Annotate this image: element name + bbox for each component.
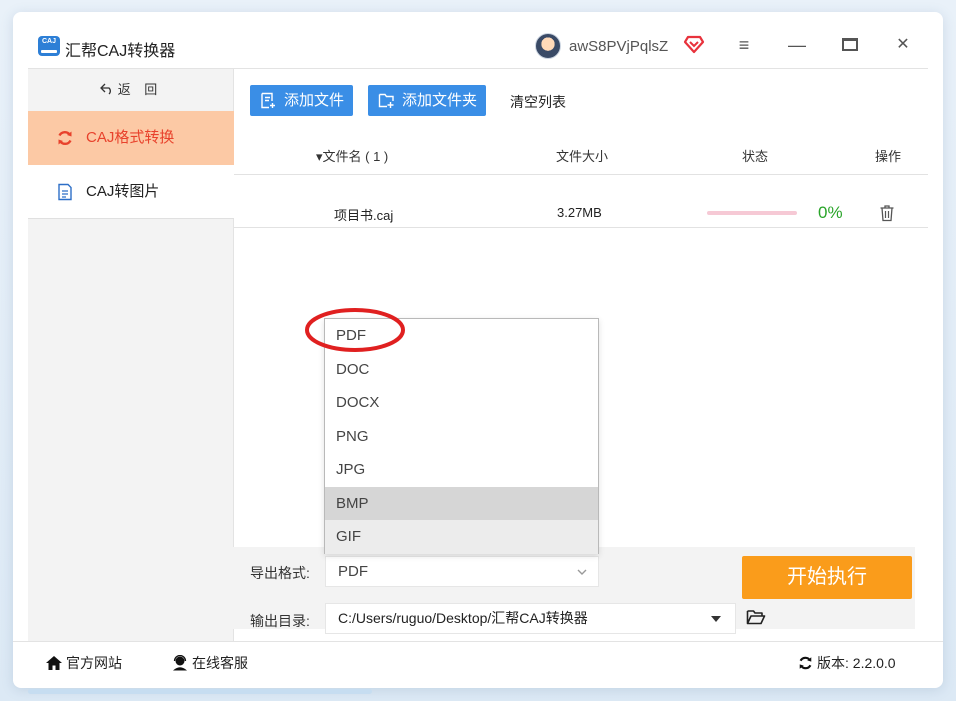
back-arrow-icon (99, 83, 111, 95)
open-folder-icon[interactable] (746, 608, 766, 626)
output-dir-value: C:/Users/ruguo/Desktop/汇帮CAJ转换器 (338, 610, 588, 626)
menu-icon[interactable]: ≡ (733, 34, 755, 56)
caret-down-icon (711, 616, 721, 622)
minimize-button[interactable]: — (786, 34, 808, 56)
vip-heart-icon[interactable] (683, 34, 705, 54)
column-header-operation: 操作 (875, 149, 902, 164)
start-button[interactable]: 开始执行 (742, 556, 912, 599)
sidebar-item-caj-to-image[interactable]: CAJ转图片 (28, 165, 234, 219)
file-size: 3.27MB (557, 205, 602, 220)
official-site-label: 官方网站 (66, 655, 122, 671)
version-info[interactable]: 版本: 2.2.0.0 (797, 653, 896, 673)
refresh-icon (799, 656, 812, 670)
file-name: 项目书.caj (334, 208, 394, 223)
chevron-down-icon (576, 558, 588, 597)
format-option-pdf[interactable]: PDF (325, 319, 598, 353)
sidebar-item-label: CAJ格式转换 (86, 129, 175, 146)
sidebar-item-caj-convert[interactable]: CAJ格式转换 (28, 111, 234, 165)
progress-bar (707, 211, 797, 215)
format-option-doc[interactable]: DOC (325, 353, 598, 387)
official-site-link[interactable]: 官方网站 (45, 653, 122, 673)
app-title: 汇帮CAJ转换器 (65, 43, 176, 60)
app-logo-icon: CAJ (38, 36, 60, 56)
clear-list-button[interactable]: 清空列表 (510, 92, 566, 112)
trash-icon[interactable] (879, 204, 895, 222)
back-label: 返 回 (117, 82, 163, 97)
footer: 官方网站 在线客服 版本: 2.2.0.0 (13, 641, 943, 681)
add-folder-icon (378, 93, 394, 108)
add-file-button[interactable]: 添加文件 (250, 85, 353, 116)
export-format-select[interactable]: PDF (325, 556, 599, 587)
row-divider (234, 227, 928, 228)
column-header-filename[interactable]: ▾文件名 ( 1 ) (316, 146, 388, 165)
refresh-icon (58, 130, 72, 146)
header-divider (234, 174, 928, 175)
sidebar-item-label: CAJ转图片 (86, 183, 160, 200)
export-format-value: PDF (338, 563, 368, 580)
output-dir-label: 输出目录: (250, 613, 310, 629)
format-option-jpg[interactable]: JPG (325, 453, 598, 487)
column-header-status: 状态 (742, 149, 769, 164)
home-icon (46, 656, 62, 670)
username[interactable]: awS8PVjPqlsZ (569, 38, 668, 55)
format-option-docx[interactable]: DOCX (325, 386, 598, 420)
format-option-gif[interactable]: GIF (325, 520, 598, 554)
export-format-label: 导出格式: (250, 565, 310, 581)
add-folder-label: 添加文件夹 (402, 92, 478, 109)
online-service-link[interactable]: 在线客服 (171, 653, 248, 673)
back-button[interactable]: 返 回 (28, 69, 234, 111)
output-dir-select[interactable]: C:/Users/ruguo/Desktop/汇帮CAJ转换器 (325, 603, 736, 634)
document-icon (58, 183, 72, 201)
add-file-icon (261, 92, 275, 109)
maximize-icon (842, 38, 858, 51)
column-header-size: 文件大小 (556, 149, 609, 164)
online-service-label: 在线客服 (192, 655, 248, 671)
avatar[interactable] (535, 33, 561, 59)
format-option-png[interactable]: PNG (325, 420, 598, 454)
add-folder-button[interactable]: 添加文件夹 (368, 85, 486, 116)
scrollbar[interactable] (28, 689, 372, 694)
maximize-button[interactable] (839, 34, 861, 56)
close-button[interactable]: ✕ (892, 34, 914, 56)
customer-service-icon (173, 655, 187, 671)
version-label: 版本: 2.2.0.0 (817, 655, 896, 671)
sidebar: 返 回 CAJ格式转换 CAJ转图片 (28, 68, 234, 641)
format-dropdown-list: PDF DOC DOCX PNG JPG BMP GIF (324, 318, 599, 554)
progress-percent: 0% (818, 203, 843, 222)
add-file-label: 添加文件 (284, 92, 345, 109)
format-option-bmp[interactable]: BMP (325, 486, 598, 520)
title-bar: CAJ 汇帮CAJ转换器 awS8PVjPqlsZ ≡ — ✕ (13, 12, 943, 70)
